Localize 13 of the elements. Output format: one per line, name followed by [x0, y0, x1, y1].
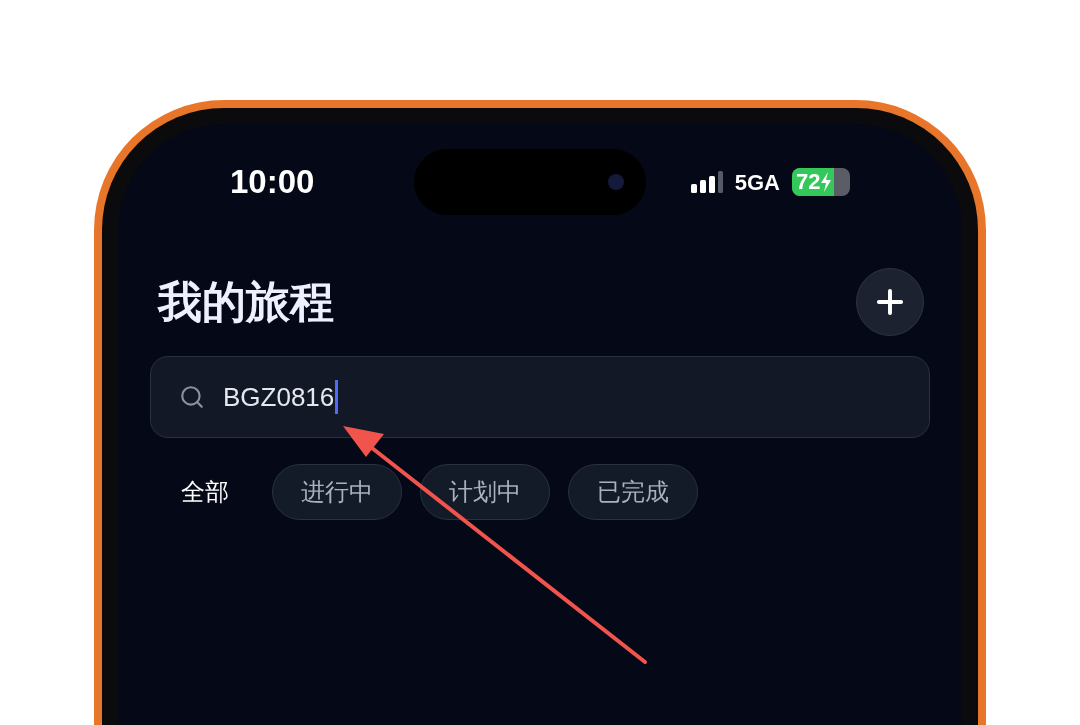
status-time: 10:00 [230, 162, 316, 203]
filter-tab[interactable]: 计划中 [420, 464, 550, 520]
camera-icon [608, 174, 624, 190]
filter-tab[interactable]: 进行中 [272, 464, 402, 520]
signal-icon [690, 171, 723, 193]
text-cursor [335, 380, 339, 414]
search-icon [179, 384, 205, 410]
battery-percent: 72 [795, 171, 821, 193]
filter-tab[interactable]: 已完成 [568, 464, 698, 520]
search-field[interactable]: BGZ0816 [150, 356, 930, 438]
network-label: 5GA [734, 168, 780, 197]
filter-tab[interactable]: 全部 [166, 464, 254, 520]
page-title: 我的旅程 [158, 276, 334, 328]
